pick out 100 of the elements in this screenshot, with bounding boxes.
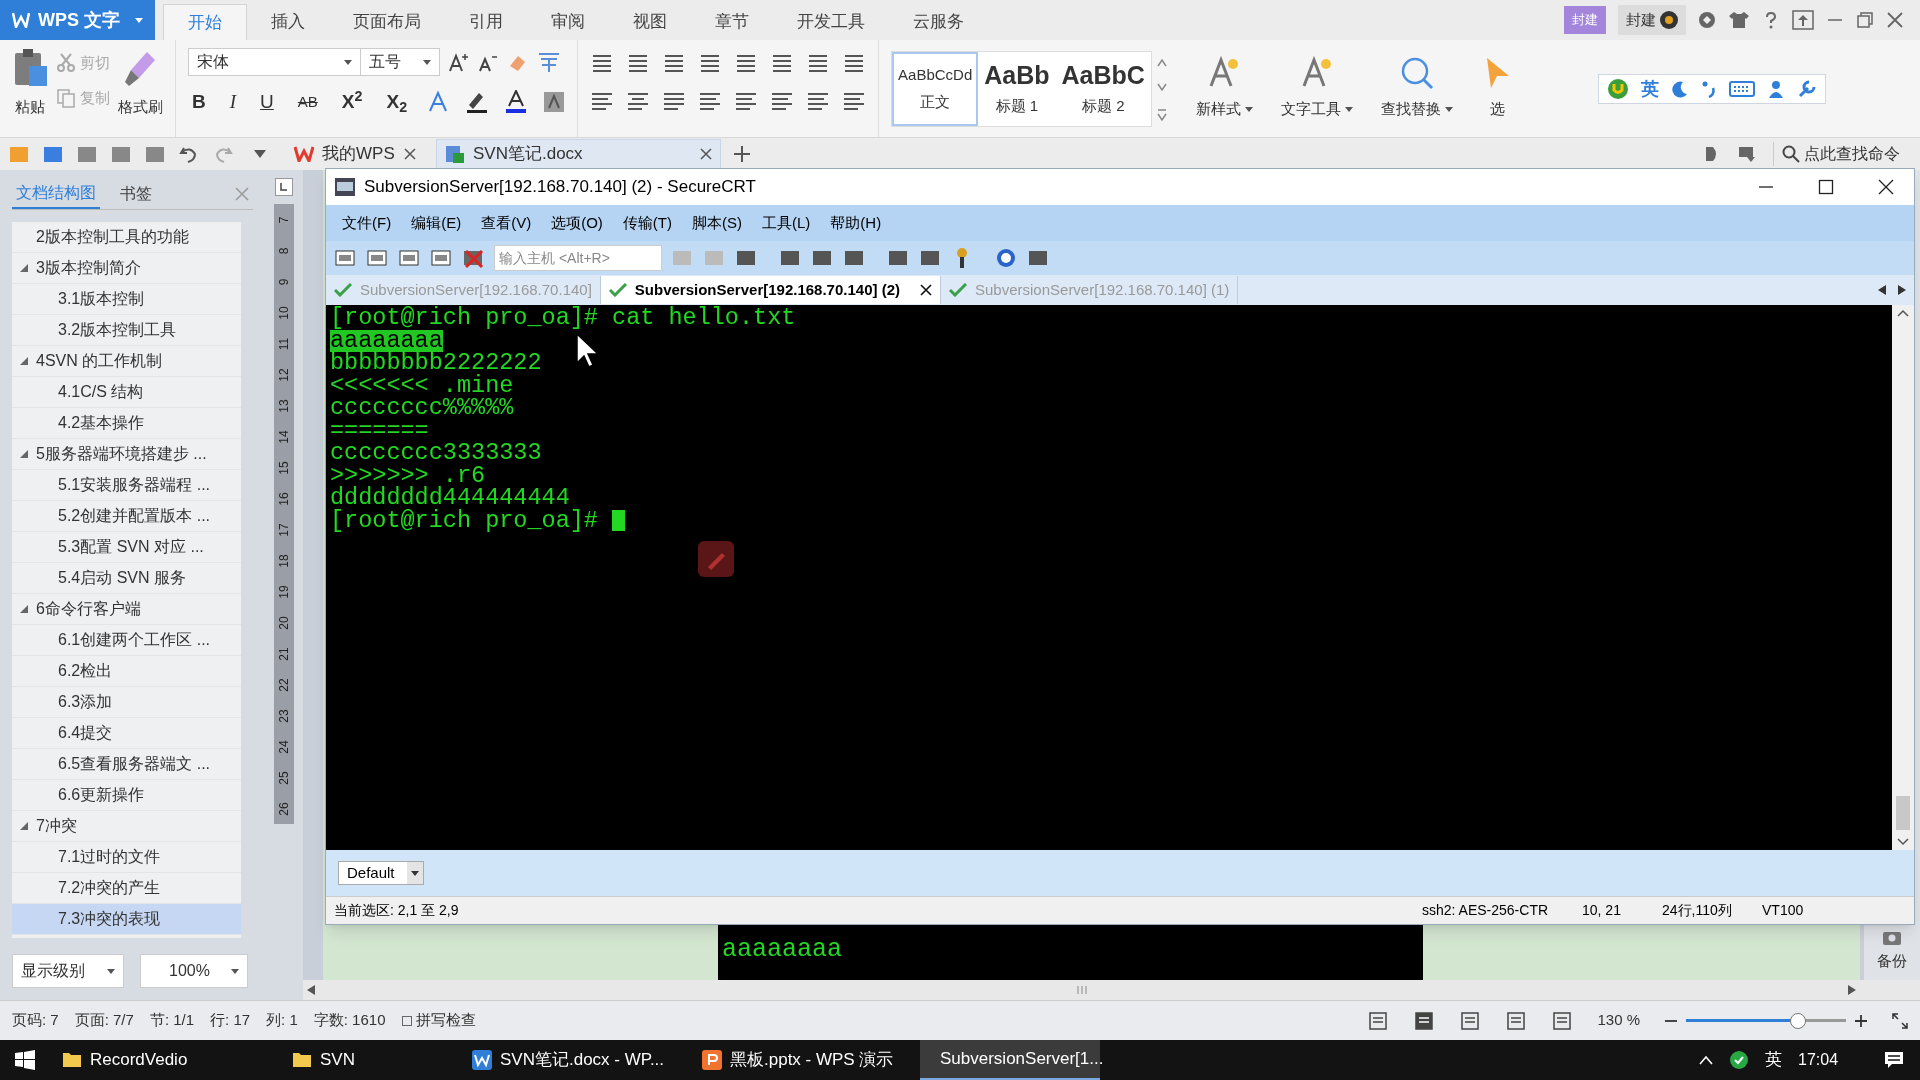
ribbon-button[interactable]: 新样式 [1195, 56, 1253, 121]
outline-item[interactable]: 6.4提交 [12, 718, 241, 749]
font-name-dropdown[interactable]: 宋体 [189, 49, 361, 75]
outline-item[interactable]: 2版本控制工具的功能 [12, 222, 241, 253]
ime-logo-icon[interactable] [1607, 78, 1629, 100]
align-right-icon[interactable] [662, 90, 687, 112]
web-view-icon[interactable] [1505, 1010, 1528, 1031]
ribbon-tab[interactable]: 引用 [445, 4, 527, 40]
format-button[interactable]: I [225, 88, 241, 117]
highlight-icon[interactable] [465, 91, 490, 114]
taskbar-button[interactable]: SVN [280, 1040, 460, 1080]
outline-item[interactable]: 6.1创建两个工作区 ... [12, 625, 241, 656]
outline-item[interactable]: 5服务器端环境搭建步 ... [12, 439, 241, 470]
expand-icon[interactable] [1892, 1012, 1908, 1029]
taskbar-button[interactable]: RecordVedio [50, 1040, 280, 1080]
outline-item[interactable]: 7.1过时的文件 [12, 842, 241, 873]
format-painter-button[interactable]: 格式刷 [118, 48, 163, 129]
zoom-slider[interactable] [1686, 1011, 1846, 1030]
menu-item[interactable]: 帮助(H) [822, 211, 890, 235]
taskbar-button[interactable]: SubversionServer[1... [920, 1040, 1100, 1080]
notification-icon[interactable] [1884, 1051, 1904, 1069]
help-icon[interactable] [994, 247, 1018, 269]
scroll-left-icon[interactable] [307, 985, 315, 995]
ribbon-tab[interactable]: 开发工具 [773, 4, 889, 40]
outline-item[interactable]: 6.2检出 [12, 656, 241, 687]
zoom-slider-thumb[interactable] [1789, 1012, 1806, 1029]
phonetic-icon[interactable] [536, 51, 562, 73]
close-icon[interactable] [700, 148, 712, 160]
expand-triangle-icon[interactable] [20, 605, 28, 613]
page-view-icon[interactable] [1413, 1010, 1436, 1031]
outline-item[interactable]: 5.3配置 SVN 对应 ... [12, 532, 241, 563]
char-shading-icon[interactable] [543, 91, 566, 114]
paste-button[interactable]: 粘贴 [12, 48, 48, 129]
scroll-down-icon[interactable] [1897, 838, 1909, 846]
ribbon-tab[interactable]: 云服务 [889, 4, 988, 40]
ime-indicator[interactable]: 英 [1765, 1047, 1782, 1073]
scroll-right-icon[interactable] [1898, 285, 1906, 295]
outline-item[interactable]: 6.5查看服务器端文 ... [12, 749, 241, 780]
format-button[interactable]: AB [293, 91, 322, 114]
grow-font-icon[interactable] [448, 52, 470, 72]
format-button[interactable]: X$^{2}$ [337, 88, 367, 117]
session-dropdown[interactable]: Default [338, 861, 424, 885]
outline-item[interactable]: 3版本控制简介 [12, 253, 241, 284]
fullscreen-icon[interactable] [1367, 1010, 1390, 1031]
shirt-icon[interactable] [1728, 11, 1750, 29]
outline-item[interactable]: 4.1C/S 结构 [12, 377, 241, 408]
format-button[interactable]: U [256, 88, 278, 117]
expand-triangle-icon[interactable] [20, 450, 28, 458]
justify-icon[interactable] [698, 90, 723, 112]
taskbar-button[interactable]: SVN笔记.docx - WP... [460, 1040, 690, 1080]
restore-icon[interactable] [1856, 11, 1874, 29]
outline-item[interactable]: 6.6更新操作 [12, 780, 241, 811]
format-button[interactable]: X$_{2}$ [382, 88, 412, 117]
font-color-icon[interactable] [505, 90, 528, 115]
outline-item[interactable]: 5.4启动 SVN 服务 [12, 563, 241, 594]
expand-triangle-icon[interactable] [20, 264, 28, 272]
zoom-dropdown[interactable]: 100% [140, 954, 248, 988]
new-tab-icon[interactable] [733, 145, 751, 163]
scroll-right-icon[interactable] [1848, 985, 1856, 995]
outline-view-icon[interactable] [1459, 1010, 1482, 1031]
outline-item[interactable]: 7.3冲突的表现 [12, 904, 241, 935]
disconnect-icon[interactable] [462, 247, 486, 269]
menu-item[interactable]: 传输(T) [614, 211, 680, 235]
ribbon-tab[interactable]: 章节 [691, 4, 773, 40]
menu-item[interactable]: 脚本(S) [684, 211, 750, 235]
upload-window-icon[interactable] [1792, 10, 1814, 30]
ribbon-tab[interactable]: 插入 [247, 4, 329, 40]
session-tab[interactable]: SubversionServer[192.168.70.140] (2) [600, 276, 941, 304]
document-tab[interactable]: 我的WPS [286, 139, 424, 169]
menu-item[interactable]: 工具(L) [754, 211, 819, 235]
account-button[interactable]: 封建 [1618, 4, 1686, 36]
pane-tab[interactable]: 书签 [116, 178, 156, 209]
punctuation-icon[interactable] [1701, 80, 1717, 98]
ribbon-button[interactable]: 文字工具 [1280, 56, 1353, 121]
expand-triangle-icon[interactable] [20, 822, 28, 830]
network-icon[interactable] [1729, 1050, 1749, 1070]
outline-item[interactable]: 7冲突 [12, 811, 241, 842]
ribbon-tab[interactable]: 视图 [609, 4, 691, 40]
format-button[interactable]: B [188, 88, 210, 117]
outline-item[interactable]: 4.2基本操作 [12, 408, 241, 439]
scroll-up-icon[interactable] [1897, 309, 1909, 317]
close-icon[interactable] [920, 284, 932, 296]
menu-item[interactable]: 选项(O) [543, 211, 611, 235]
ribbon-button[interactable]: 查找替换 [1380, 56, 1453, 121]
chevron-up-icon[interactable] [1699, 1055, 1713, 1065]
menu-item[interactable]: 文件(F) [334, 211, 400, 235]
person-icon[interactable] [1767, 80, 1785, 98]
outline-item[interactable]: 3.1版本控制 [12, 284, 241, 315]
maximize-icon[interactable] [1818, 179, 1834, 195]
taskbar-button[interactable]: 黑板.pptx - WPS 演示 [690, 1040, 920, 1080]
app-menu-button[interactable]: WPS 文字 [0, 0, 155, 40]
outline-item[interactable]: 6命令行客户端 [12, 594, 241, 625]
checkbox[interactable] [401, 1015, 412, 1026]
ime-mode-button[interactable]: 英 [1641, 75, 1659, 103]
ribbon-tab[interactable]: 页面布局 [329, 4, 445, 40]
outline-item[interactable]: 4SVN 的工作机制 [12, 346, 241, 377]
tab-stop-icon[interactable] [275, 178, 293, 196]
level-dropdown[interactable]: 显示级别 [12, 954, 124, 988]
outline-item[interactable]: 5.1安装服务器端程 ... [12, 470, 241, 501]
scrollbar-thumb[interactable] [1896, 796, 1910, 830]
